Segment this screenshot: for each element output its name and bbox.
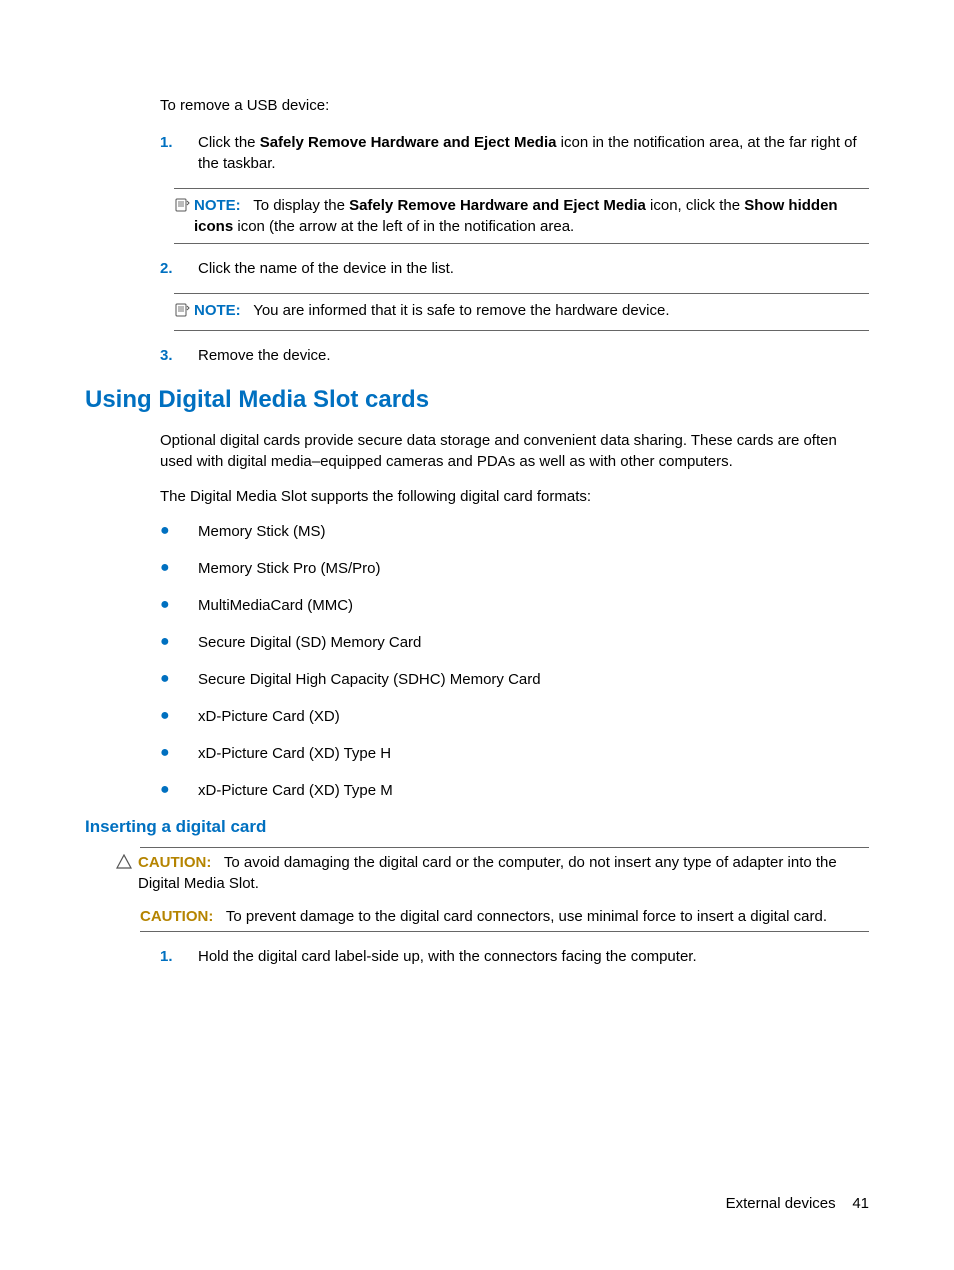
rule xyxy=(174,293,869,294)
list-text: MultiMediaCard (MMC) xyxy=(198,595,353,616)
note-label: NOTE: xyxy=(194,197,241,214)
text: Remove the device. xyxy=(198,347,331,364)
note-label: NOTE: xyxy=(194,302,241,319)
step-body: Remove the device. xyxy=(198,345,869,366)
note-text: NOTE: To display the Safely Remove Hardw… xyxy=(194,195,869,237)
heading-inserting: Inserting a digital card xyxy=(85,817,869,837)
rule xyxy=(174,188,869,189)
t: To avoid damaging the digital card or th… xyxy=(138,854,837,892)
note-text: NOTE: You are informed that it is safe t… xyxy=(194,300,869,321)
caution-label: CAUTION: xyxy=(138,854,211,871)
caution-icon xyxy=(116,852,138,876)
paragraph: The Digital Media Slot supports the foll… xyxy=(160,486,869,507)
list-text: Secure Digital (SD) Memory Card xyxy=(198,632,421,653)
rule xyxy=(174,330,869,331)
bottom-steps: 1. Hold the digital card label-side up, … xyxy=(160,946,869,967)
note-1: NOTE: To display the Safely Remove Hardw… xyxy=(174,188,869,244)
footer-page: 41 xyxy=(852,1195,869,1212)
list-text: Secure Digital High Capacity (SDHC) Memo… xyxy=(198,669,541,690)
page: To remove a USB device: 1. Click the Saf… xyxy=(0,0,954,1270)
bullet-icon: ● xyxy=(160,706,198,727)
footer-section: External devices xyxy=(726,1195,836,1212)
list-item: ●xD-Picture Card (XD) Type H xyxy=(160,743,869,764)
text: Click the xyxy=(198,134,260,151)
step-2: 2. Click the name of the device in the l… xyxy=(160,258,869,279)
text: Click the name of the device in the list… xyxy=(198,260,454,277)
caution-2-text: CAUTION: To prevent damage to the digita… xyxy=(140,906,869,927)
paragraph: Optional digital cards provide secure da… xyxy=(160,430,869,472)
heading-using-digital-media: Using Digital Media Slot cards xyxy=(85,386,869,414)
step-number: 1. xyxy=(160,132,198,174)
caution-1: CAUTION: To avoid damaging the digital c… xyxy=(140,847,869,932)
bullet-icon: ● xyxy=(160,669,198,690)
step-body: Click the name of the device in the list… xyxy=(198,258,869,279)
step-1b: 1. Hold the digital card label-side up, … xyxy=(160,946,869,967)
note-2: NOTE: You are informed that it is safe t… xyxy=(174,293,869,331)
list-item: ●Secure Digital (SD) Memory Card xyxy=(160,632,869,653)
step-1: 1. Click the Safely Remove Hardware and … xyxy=(160,132,869,174)
list-item: ●Memory Stick (MS) xyxy=(160,521,869,542)
step-number: 3. xyxy=(160,345,198,366)
bold-text: Safely Remove Hardware and Eject Media xyxy=(260,134,557,151)
step-number: 1. xyxy=(160,946,198,967)
list-text: xD-Picture Card (XD) Type M xyxy=(198,780,393,801)
bullet-icon: ● xyxy=(160,558,198,579)
rule xyxy=(140,847,869,848)
list-item: ●Memory Stick Pro (MS/Pro) xyxy=(160,558,869,579)
intro-block: To remove a USB device: 1. Click the Saf… xyxy=(160,95,869,366)
t: icon (the arrow at the left of in the no… xyxy=(233,218,574,235)
bullet-icon: ● xyxy=(160,743,198,764)
caution-text: CAUTION: To avoid damaging the digital c… xyxy=(138,852,869,894)
bullet-icon: ● xyxy=(160,595,198,616)
t: You are informed that it is safe to remo… xyxy=(253,302,669,319)
t: To prevent damage to the digital card co… xyxy=(226,908,827,925)
list-text: xD-Picture Card (XD) xyxy=(198,706,340,727)
note-icon xyxy=(174,300,194,324)
bullet-icon: ● xyxy=(160,521,198,542)
bullet-icon: ● xyxy=(160,632,198,653)
note-icon xyxy=(174,195,194,219)
step-body: Hold the digital card label-side up, wit… xyxy=(198,946,869,967)
t: To display the xyxy=(253,197,349,214)
caution-label: CAUTION: xyxy=(140,908,213,925)
bullet-icon: ● xyxy=(160,780,198,801)
list-item: ●xD-Picture Card (XD) Type M xyxy=(160,780,869,801)
list-item: ●xD-Picture Card (XD) xyxy=(160,706,869,727)
intro-text: To remove a USB device: xyxy=(160,95,869,116)
b: Safely Remove Hardware and Eject Media xyxy=(349,197,646,214)
format-list: ●Memory Stick (MS) ●Memory Stick Pro (MS… xyxy=(160,521,869,801)
rule xyxy=(174,243,869,244)
list-text: xD-Picture Card (XD) Type H xyxy=(198,743,391,764)
step-number: 2. xyxy=(160,258,198,279)
step-3: 3. Remove the device. xyxy=(160,345,869,366)
page-footer: External devices 41 xyxy=(726,1195,869,1212)
rule xyxy=(140,931,869,932)
t: icon, click the xyxy=(646,197,744,214)
list-text: Memory Stick Pro (MS/Pro) xyxy=(198,558,381,579)
list-item: ●Secure Digital High Capacity (SDHC) Mem… xyxy=(160,669,869,690)
step-body: Click the Safely Remove Hardware and Eje… xyxy=(198,132,869,174)
list-text: Memory Stick (MS) xyxy=(198,521,326,542)
list-item: ●MultiMediaCard (MMC) xyxy=(160,595,869,616)
section-body: Optional digital cards provide secure da… xyxy=(160,430,869,801)
